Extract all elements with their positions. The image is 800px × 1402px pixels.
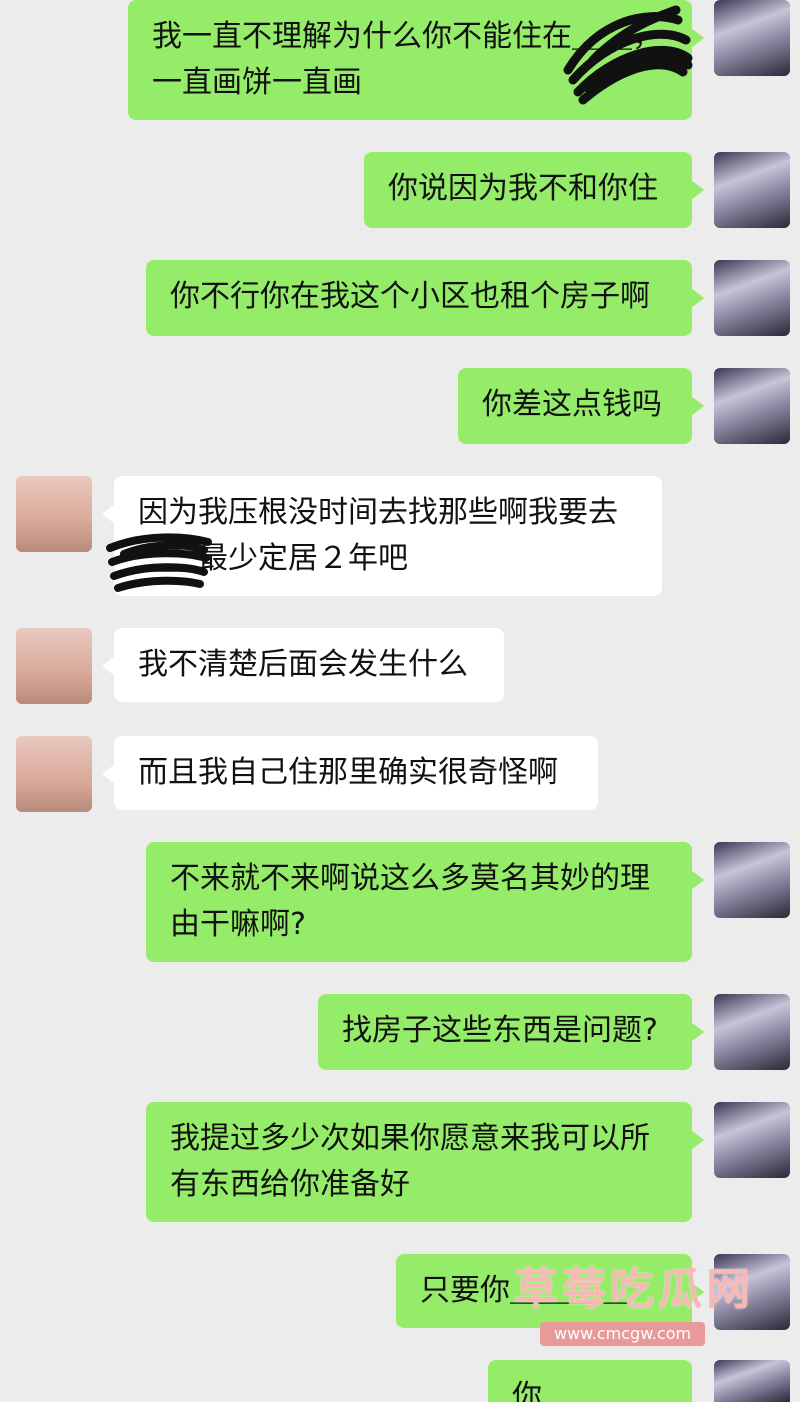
watermark-url: www.cmcgw.com [540, 1322, 706, 1346]
message-bubble[interactable]: 因为我压根没时间去找那些啊我要去＿＿最少定居２年吧 [102, 476, 662, 596]
watermark-title: 草莓吃瓜网 [514, 1264, 754, 1315]
avatar[interactable] [714, 0, 790, 76]
avatar[interactable] [714, 1102, 790, 1178]
message-bubble[interactable]: 你说因为我不和你住 [364, 152, 704, 228]
message-text: 我不清楚后面会发生什么 [138, 647, 468, 682]
avatar[interactable] [714, 152, 790, 228]
message-text: 你说因为我不和你住 [388, 171, 658, 206]
message-text: 因为我压根没时间去找那些啊我要去＿＿最少定居２年吧 [138, 495, 618, 576]
message-text: 你差这点钱吗 [482, 387, 662, 422]
avatar[interactable] [714, 994, 790, 1070]
watermark: 草莓吃瓜网 www.cmcgw.com [514, 1262, 764, 1352]
message-bubble[interactable]: 你差这点钱吗 [458, 368, 704, 444]
message-text: 而且我自己住那里确实很奇怪啊 [138, 755, 558, 790]
message-bubble[interactable]: 你＿＿＿＿ [488, 1360, 692, 1402]
message-bubble[interactable]: 找房子这些东西是问题? [318, 994, 704, 1070]
message-text: 你＿＿＿＿ [512, 1379, 662, 1402]
avatar[interactable] [16, 476, 92, 552]
avatar[interactable] [714, 842, 790, 918]
avatar[interactable] [714, 1360, 790, 1402]
avatar[interactable] [16, 628, 92, 704]
message-bubble[interactable]: 我一直不理解为什么你不能住在＿＿，一直画饼一直画 [128, 0, 704, 120]
message-bubble[interactable]: 不来就不来啊说这么多莫名其妙的理由干嘛啊? [146, 842, 704, 962]
message-bubble[interactable]: 我提过多少次如果你愿意来我可以所有东西给你准备好 [146, 1102, 704, 1222]
message-bubble[interactable]: 你不行你在我这个小区也租个房子啊 [146, 260, 704, 336]
avatar[interactable] [714, 260, 790, 336]
message-text: 你不行你在我这个小区也租个房子啊 [170, 279, 650, 314]
message-text: 找房子这些东西是问题? [342, 1013, 658, 1048]
message-bubble[interactable]: 我不清楚后面会发生什么 [102, 628, 504, 702]
message-text: 不来就不来啊说这么多莫名其妙的理由干嘛啊? [170, 861, 650, 942]
avatar[interactable] [16, 736, 92, 812]
avatar[interactable] [714, 368, 790, 444]
message-text: 我一直不理解为什么你不能住在＿＿，一直画饼一直画 [152, 19, 662, 100]
message-bubble[interactable]: 而且我自己住那里确实很奇怪啊 [102, 736, 598, 810]
message-text: 我提过多少次如果你愿意来我可以所有东西给你准备好 [170, 1121, 650, 1202]
